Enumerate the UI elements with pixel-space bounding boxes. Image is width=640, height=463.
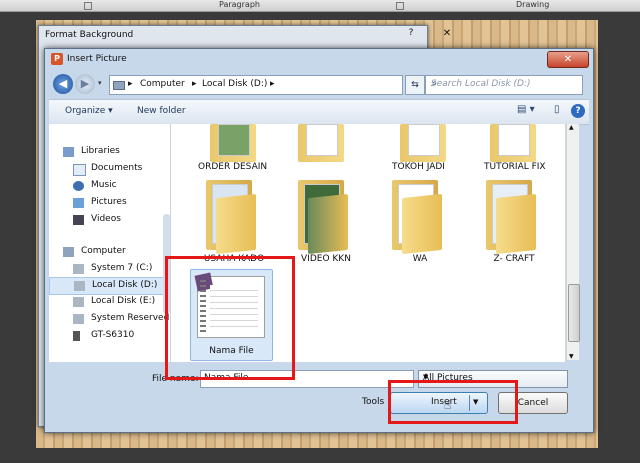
folder-tutorial-fix[interactable]: [484, 124, 544, 166]
nav-item-pictures[interactable]: Pictures: [49, 195, 168, 211]
dialog-close-button[interactable]: ✕: [547, 51, 589, 68]
folder-tokoh-jadi[interactable]: [394, 124, 454, 166]
pictures-icon: [73, 198, 84, 208]
nav-item-music[interactable]: Music: [49, 178, 168, 194]
history-dropdown-icon[interactable]: ▾: [98, 79, 102, 87]
drive-icon: [74, 281, 85, 291]
help-button[interactable]: ?: [396, 28, 426, 42]
back-button[interactable]: ◀: [53, 74, 73, 94]
ribbon-group-paragraph: Paragraph: [219, 0, 260, 9]
navigation-bar: ◀ ▶ ▾ ▸ Computer ▸ Local Disk (D:) ▸ ⇆ S…: [49, 73, 589, 97]
scroll-down-icon[interactable]: ▼: [569, 353, 574, 360]
folder-partial[interactable]: [292, 124, 352, 166]
nav-item-documents[interactable]: Documents: [49, 161, 168, 177]
address-bar[interactable]: ▸ Computer ▸ Local Disk (D:) ▸: [109, 75, 403, 95]
navigation-pane: Libraries Documents Music Pictures Video…: [49, 124, 171, 362]
nav-item-videos[interactable]: Videos: [49, 212, 168, 228]
music-icon: [73, 181, 84, 191]
folder-label: WA: [412, 254, 428, 264]
ribbon-group-drawing: Drawing: [516, 0, 550, 9]
computer-icon: [113, 81, 125, 90]
folder-video-kkn[interactable]: VIDEO KKN: [290, 180, 362, 270]
nav-item-local-disk-d[interactable]: Local Disk (D:): [49, 277, 170, 295]
highlight-box-file: [165, 256, 295, 380]
folder-label: Z- CRAFT: [493, 254, 535, 264]
address-sep-icon: ▸: [192, 79, 197, 89]
drive-icon: [73, 264, 84, 274]
nav-item-libraries[interactable]: Libraries: [49, 144, 168, 160]
tools-button[interactable]: Tools: [362, 397, 384, 407]
folder-label: TOKOH JADI: [392, 162, 445, 172]
folder-wa[interactable]: WA: [384, 180, 456, 270]
address-sep-icon: ▸: [270, 79, 275, 89]
folder-label: ORDER DESAIN: [198, 162, 268, 172]
phone-icon: [73, 331, 80, 341]
nav-item-system7[interactable]: System 7 (C:): [49, 261, 168, 277]
library-icon: [63, 147, 74, 157]
nav-item-local-disk-e[interactable]: Local Disk (E:): [49, 294, 168, 310]
folder-order-desain[interactable]: [204, 124, 264, 166]
nav-item-computer[interactable]: Computer: [49, 244, 168, 260]
search-input[interactable]: Search Local Disk (D:) ⌕: [425, 75, 583, 95]
ribbon-strip: Paragraph Drawing: [0, 0, 640, 12]
help-icon[interactable]: ?: [571, 104, 585, 118]
nav-item-system-reserved[interactable]: System Reserved: [49, 311, 169, 327]
drive-icon: [73, 297, 84, 307]
content-scrollbar[interactable]: ▲ ▼: [566, 124, 580, 360]
mouse-cursor-icon: ☝: [444, 398, 452, 412]
preview-pane-icon[interactable]: ▯: [554, 104, 560, 115]
toolbar: Organize ▾ New folder ▤ ▾ ▯ ?: [49, 99, 589, 125]
address-sep-icon: ▸: [128, 79, 133, 89]
format-background-title: Format Background: [45, 30, 134, 40]
new-folder-button[interactable]: New folder: [137, 106, 186, 116]
scroll-thumb[interactable]: [568, 284, 580, 342]
breadcrumb-computer[interactable]: Computer: [140, 79, 185, 89]
powerpoint-icon: P: [51, 53, 63, 65]
close-button[interactable]: ✕: [432, 28, 462, 42]
computer-icon: [63, 247, 74, 257]
view-options-icon[interactable]: ▤ ▾: [517, 104, 535, 115]
nav-item-gt-s6310[interactable]: GT-S6310: [49, 328, 168, 344]
documents-icon: [73, 164, 86, 176]
organize-button[interactable]: Organize ▾: [65, 106, 113, 116]
folder-z-craft[interactable]: Z- CRAFT: [478, 180, 550, 270]
breadcrumb-local-disk[interactable]: Local Disk (D:): [202, 79, 267, 89]
highlight-box-insert: [388, 380, 518, 424]
drive-icon: [73, 314, 84, 324]
dialog-title: Insert Picture: [67, 54, 127, 64]
forward-button[interactable]: ▶: [75, 74, 95, 94]
folder-label: TUTORIAL FIX: [484, 162, 546, 172]
scroll-up-icon[interactable]: ▲: [569, 124, 574, 131]
videos-icon: [73, 215, 84, 225]
dialog-launcher-icon[interactable]: [396, 2, 404, 10]
refresh-button[interactable]: ⇆: [405, 75, 425, 95]
search-icon: ⌕: [431, 78, 437, 89]
dialog-launcher-icon[interactable]: [84, 2, 92, 10]
